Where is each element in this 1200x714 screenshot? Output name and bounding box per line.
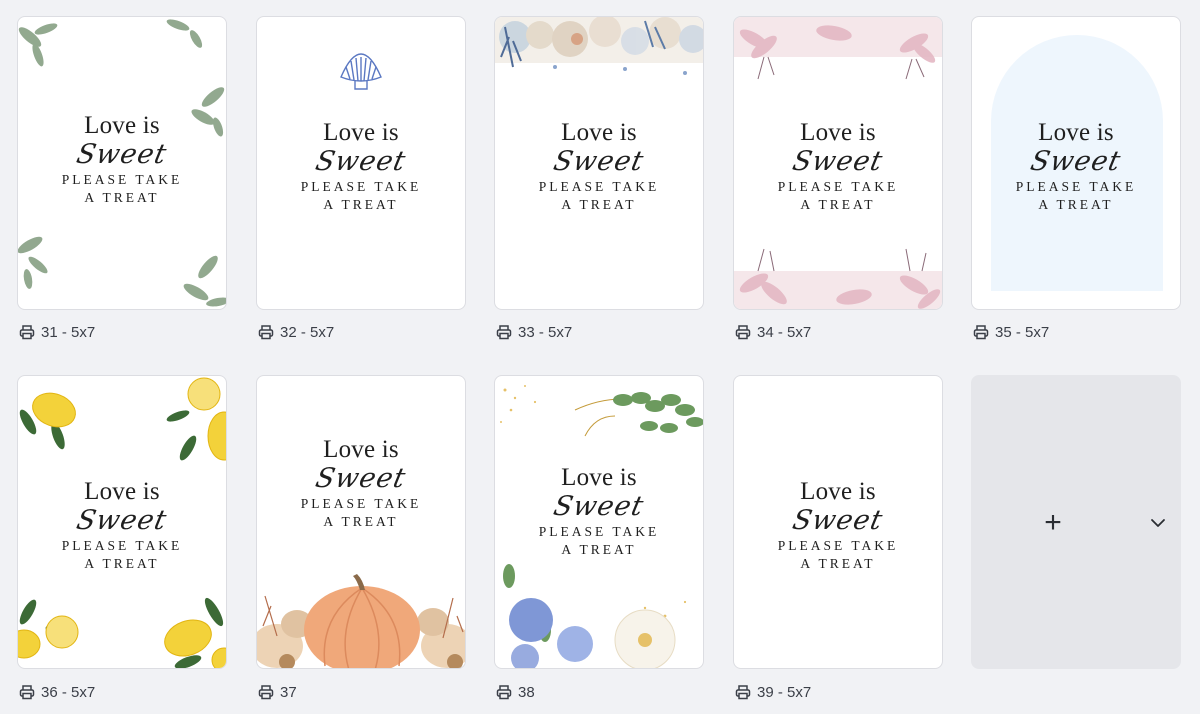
page-label: 35 - 5x7 xyxy=(995,323,1050,341)
sign-line-treat: A TREAT xyxy=(561,197,637,212)
sign-line-treat: A TREAT xyxy=(800,556,876,571)
sign-line-love: Love is xyxy=(323,119,399,146)
sign-text: Love is Sweet PLEASE TAKE A TREAT xyxy=(734,479,942,573)
sign-line-sweet: Sweet xyxy=(790,146,887,177)
sign-line-sweet: Sweet xyxy=(790,505,887,536)
sign-line-sweet: Sweet xyxy=(1028,146,1125,177)
page-thumbnail-37[interactable]: Love is Sweet PLEASE TAKE A TREAT xyxy=(256,375,466,669)
sign-line-love: Love is xyxy=(800,478,876,505)
chevron-down-icon[interactable] xyxy=(1149,514,1167,532)
print-icon xyxy=(735,324,751,340)
sign-line-treat: A TREAT xyxy=(323,514,399,529)
page-label: 31 - 5x7 xyxy=(41,323,96,341)
sign-line-take: PLEASE TAKE xyxy=(777,538,899,553)
page-caption-38[interactable]: 38 xyxy=(496,682,535,702)
sign-text: Love is Sweet PLEASE TAKE A TREAT xyxy=(18,479,226,573)
plus-icon[interactable]: + xyxy=(1041,508,1065,538)
sign-line-love: Love is xyxy=(800,119,876,146)
sign-line-sweet: Sweet xyxy=(551,146,648,177)
sign-text: Love is Sweet PLEASE TAKE A TREAT xyxy=(257,120,465,214)
sign-line-take: PLEASE TAKE xyxy=(300,179,422,194)
sign-line-love: Love is xyxy=(561,464,637,491)
print-icon xyxy=(973,324,989,340)
page-label: 34 - 5x7 xyxy=(757,323,812,341)
page-caption-36[interactable]: 36 - 5x7 xyxy=(19,682,95,702)
page-caption-34[interactable]: 34 - 5x7 xyxy=(735,322,811,342)
page-thumbnail-32[interactable]: Love is Sweet PLEASE TAKE A TREAT xyxy=(256,16,466,310)
sign-line-sweet: Sweet xyxy=(74,139,171,170)
sign-line-treat: A TREAT xyxy=(323,197,399,212)
sign-line-take: PLEASE TAKE xyxy=(300,496,422,511)
sign-line-treat: A TREAT xyxy=(84,190,160,205)
page-thumbnail-34[interactable]: Love is Sweet PLEASE TAKE A TREAT xyxy=(733,16,943,310)
sign-text: Love is Sweet PLEASE TAKE A TREAT xyxy=(18,113,226,207)
add-page-card[interactable]: + xyxy=(971,375,1181,669)
page-caption-37[interactable]: 37 xyxy=(258,682,297,702)
sign-line-sweet: Sweet xyxy=(551,491,648,522)
print-icon xyxy=(19,684,35,700)
page-thumbnail-31[interactable]: Love is Sweet PLEASE TAKE A TREAT xyxy=(17,16,227,310)
page-label: 32 - 5x7 xyxy=(280,323,335,341)
page-thumbnail-36[interactable]: Love is Sweet PLEASE TAKE A TREAT xyxy=(17,375,227,669)
sign-text: Love is Sweet PLEASE TAKE A TREAT xyxy=(495,465,703,559)
print-icon xyxy=(258,324,274,340)
print-icon xyxy=(496,324,512,340)
sign-text: Love is Sweet PLEASE TAKE A TREAT xyxy=(495,120,703,214)
sign-line-treat: A TREAT xyxy=(800,197,876,212)
sign-line-take: PLEASE TAKE xyxy=(61,172,183,187)
page-caption-31[interactable]: 31 - 5x7 xyxy=(19,322,95,342)
sign-line-treat: A TREAT xyxy=(84,556,160,571)
sign-text: Love is Sweet PLEASE TAKE A TREAT xyxy=(734,120,942,214)
sign-text: Love is Sweet PLEASE TAKE A TREAT xyxy=(972,120,1180,214)
page-thumbnail-38[interactable]: Love is Sweet PLEASE TAKE A TREAT xyxy=(494,375,704,669)
page-label: 36 - 5x7 xyxy=(41,683,96,701)
page-label: 39 - 5x7 xyxy=(757,683,812,701)
page-thumbnail-35[interactable]: Love is Sweet PLEASE TAKE A TREAT xyxy=(971,16,1181,310)
print-icon xyxy=(19,324,35,340)
page-label: 38 xyxy=(518,683,535,701)
sign-line-take: PLEASE TAKE xyxy=(1015,179,1137,194)
sign-line-take: PLEASE TAKE xyxy=(538,179,660,194)
print-icon xyxy=(496,684,512,700)
page-caption-32[interactable]: 32 - 5x7 xyxy=(258,322,334,342)
sign-text: Love is Sweet PLEASE TAKE A TREAT xyxy=(257,437,465,531)
sign-line-love: Love is xyxy=(1038,119,1114,146)
sign-line-love: Love is xyxy=(84,112,160,139)
sign-line-take: PLEASE TAKE xyxy=(61,538,183,553)
sign-line-sweet: Sweet xyxy=(313,146,410,177)
sign-line-sweet: Sweet xyxy=(313,463,410,494)
sign-line-treat: A TREAT xyxy=(1038,197,1114,212)
sign-line-take: PLEASE TAKE xyxy=(538,524,660,539)
page-thumbnail-33[interactable]: Love is Sweet PLEASE TAKE A TREAT xyxy=(494,16,704,310)
sign-line-sweet: Sweet xyxy=(74,505,171,536)
page-label: 37 xyxy=(280,683,297,701)
print-icon xyxy=(258,684,274,700)
print-icon xyxy=(735,684,751,700)
sign-line-love: Love is xyxy=(323,436,399,463)
sign-line-take: PLEASE TAKE xyxy=(777,179,899,194)
page-caption-35[interactable]: 35 - 5x7 xyxy=(973,322,1049,342)
page-label: 33 - 5x7 xyxy=(518,323,573,341)
sign-line-love: Love is xyxy=(84,478,160,505)
page-caption-33[interactable]: 33 - 5x7 xyxy=(496,322,572,342)
sign-line-love: Love is xyxy=(561,119,637,146)
sign-line-treat: A TREAT xyxy=(561,542,637,557)
page-thumbnail-39[interactable]: Love is Sweet PLEASE TAKE A TREAT xyxy=(733,375,943,669)
page-caption-39[interactable]: 39 - 5x7 xyxy=(735,682,811,702)
